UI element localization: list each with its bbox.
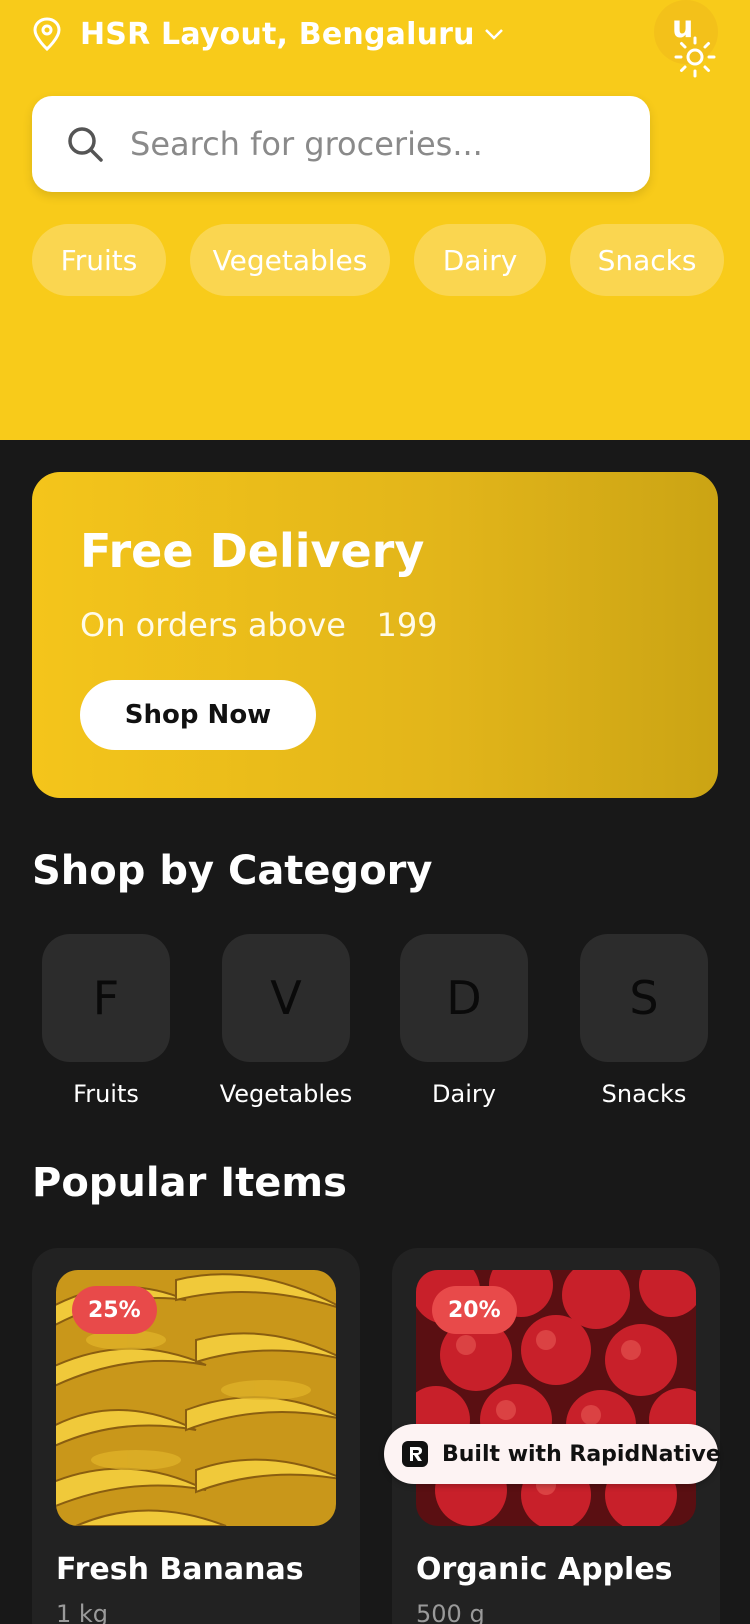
category-letter: F: [92, 971, 120, 1025]
category-tile: D: [400, 934, 528, 1062]
product-card-bananas[interactable]: 25% Fresh Bananas 1 kg: [32, 1248, 360, 1624]
category-label: Vegetables: [219, 1080, 353, 1108]
chevron-down-icon: [484, 29, 503, 40]
built-with-badge[interactable]: Built with RapidNative: [384, 1424, 721, 1484]
location-label: HSR Layout, Bengaluru: [80, 16, 475, 52]
category-label: Fruits: [73, 1080, 139, 1108]
category-label: Dairy: [432, 1080, 496, 1108]
chip-dairy[interactable]: Dairy: [414, 224, 546, 296]
promo-banner: Free Delivery On orders above 199 Shop N…: [32, 472, 718, 798]
category-letter: D: [446, 971, 482, 1025]
header: HSR Layout, Bengaluru u Fruits Vegetable…: [0, 0, 750, 440]
product-name: Fresh Bananas: [56, 1552, 304, 1587]
popular-title: Popular Items: [32, 1160, 347, 1206]
categories-title: Shop by Category: [32, 848, 433, 894]
map-pin-icon: [33, 17, 61, 51]
product-image-bananas: 25%: [56, 1270, 336, 1526]
chip-fruits[interactable]: Fruits: [32, 224, 166, 296]
product-image-apples: 20%: [416, 1270, 696, 1526]
search-bar[interactable]: [32, 96, 650, 192]
category-tile: V: [222, 934, 350, 1062]
category-tile: F: [42, 934, 170, 1062]
category-vegetables[interactable]: V Vegetables: [219, 934, 353, 1108]
theme-toggle-sun-icon[interactable]: [672, 34, 718, 80]
category-chips: Fruits Vegetables Dairy Snacks: [32, 224, 748, 296]
discount-badge: 20%: [432, 1286, 517, 1334]
search-icon: [68, 127, 103, 162]
category-dairy[interactable]: D Dairy: [400, 934, 528, 1108]
location-selector[interactable]: HSR Layout, Bengaluru: [32, 12, 505, 56]
promo-subtitle: On orders above 199: [80, 606, 438, 644]
chip-vegetables[interactable]: Vegetables: [190, 224, 390, 296]
product-quantity: 1 kg: [56, 1600, 109, 1624]
built-with-label: Built with RapidNative: [442, 1441, 721, 1467]
category-label: Snacks: [601, 1080, 687, 1108]
product-name: Organic Apples: [416, 1552, 673, 1587]
shop-now-button[interactable]: Shop Now: [80, 680, 316, 750]
category-fruits[interactable]: F Fruits: [42, 934, 170, 1108]
search-input[interactable]: [130, 125, 600, 163]
category-letter: S: [629, 971, 659, 1025]
discount-badge: 25%: [72, 1286, 157, 1334]
category-tile: S: [580, 934, 708, 1062]
category-snacks[interactable]: S Snacks: [580, 934, 708, 1108]
product-quantity: 500 g: [416, 1600, 485, 1624]
chip-snacks[interactable]: Snacks: [570, 224, 724, 296]
category-letter: V: [270, 971, 302, 1025]
promo-title: Free Delivery: [80, 524, 425, 578]
rapidnative-logo-icon: [402, 1441, 428, 1467]
